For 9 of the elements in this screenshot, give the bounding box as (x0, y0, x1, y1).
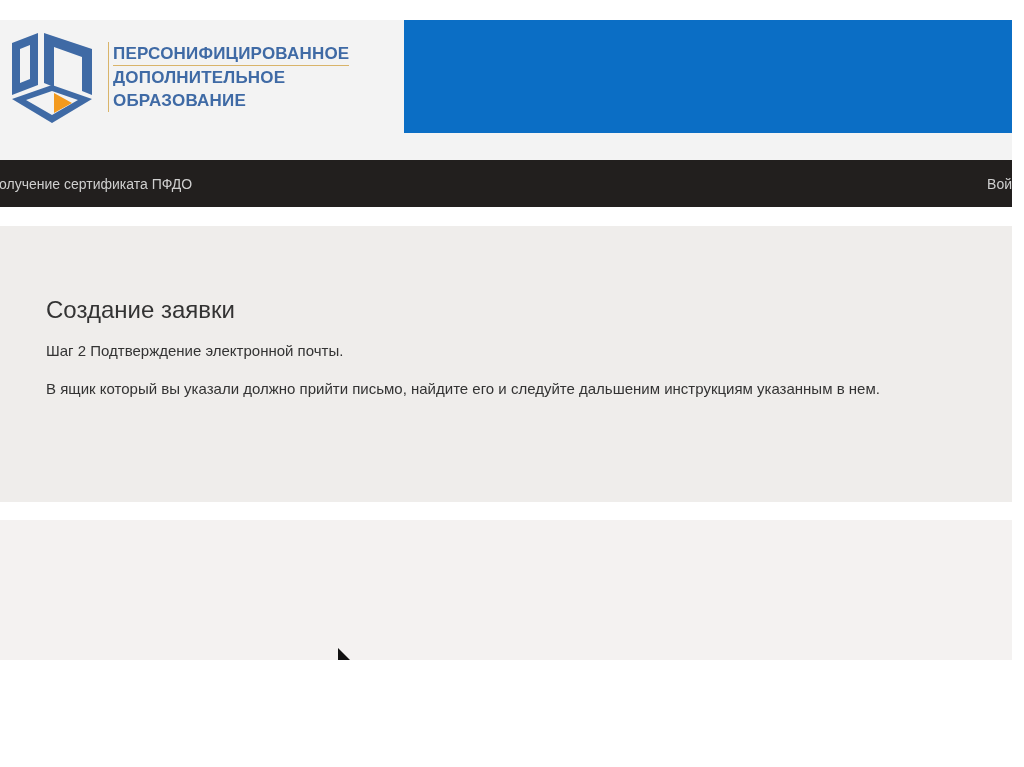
message-text: В ящик который вы указали должно прийти письмо, найдите его и следуйте дальшеним инструкциям указанным в нем. (46, 379, 881, 399)
card-title: Создание заявки (46, 296, 236, 324)
nav-link[interactable]: олучение сертификата ПФДО (0, 175, 193, 192)
logo-text: ОБРАЗОВАНИЕ (113, 89, 247, 112)
cursor-icon (337, 648, 351, 660)
logo-text: ДОПОЛНИТЕЛЬНОЕ (113, 66, 287, 89)
step-text: Шаг 2 Подтверждение электронной почты. (46, 341, 345, 361)
logo-text: ПЕРСОНИФИЦИРОВАННОЕ (113, 41, 350, 66)
nav-link[interactable]: Вой (987, 175, 1012, 192)
